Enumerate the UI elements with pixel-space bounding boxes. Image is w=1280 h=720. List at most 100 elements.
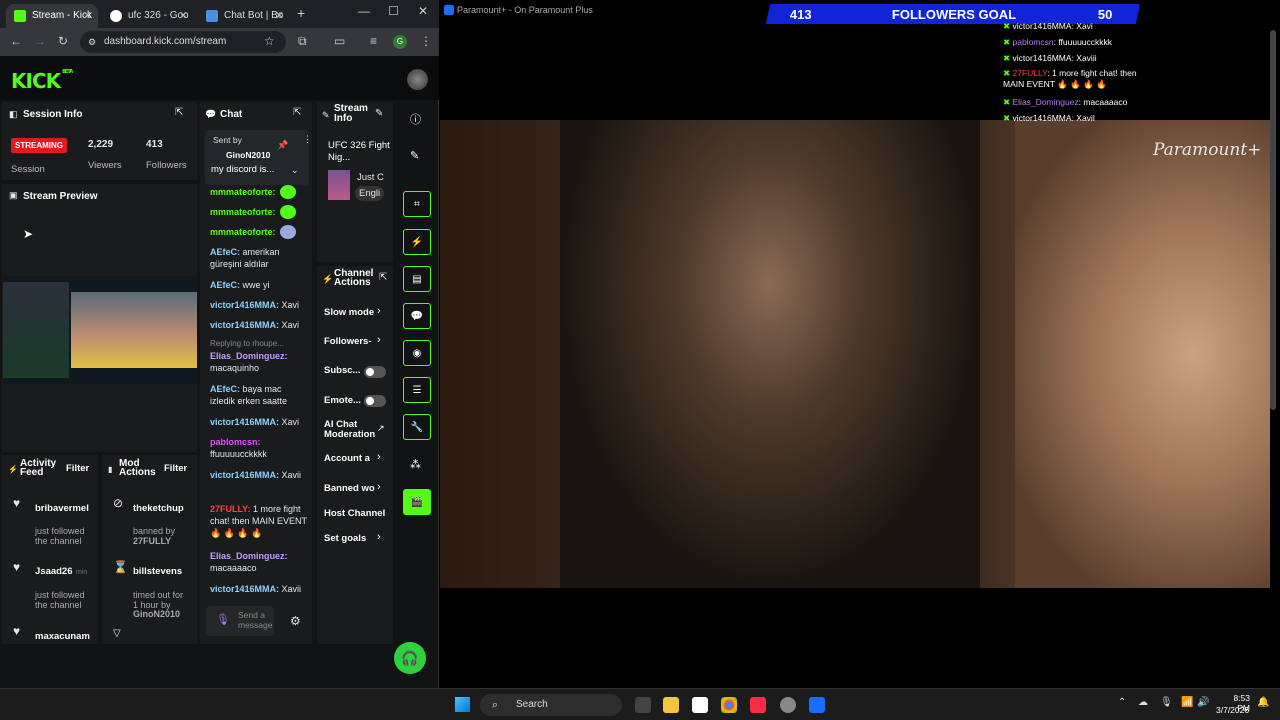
popout-icon[interactable]: ⇱ — [175, 107, 183, 118]
close-tab-icon[interactable]: ✕ — [179, 7, 188, 25]
mod-by[interactable]: GinoN2010 — [133, 609, 180, 619]
music-icon[interactable] — [750, 697, 766, 713]
store-icon[interactable] — [692, 697, 708, 713]
back-icon[interactable]: ← — [10, 34, 22, 48]
edit-pencil-icon[interactable]: ✎ — [375, 108, 383, 119]
extensions-icon[interactable]: ⧉ — [298, 34, 307, 49]
mod-by[interactable]: 27FULLY — [133, 536, 171, 546]
category-thumbnail[interactable] — [328, 170, 350, 200]
notes-icon[interactable]: ▤ — [403, 266, 431, 292]
chevron-down-icon[interactable]: ⌄ — [291, 165, 299, 176]
pencil-icon[interactable]: ✎ — [410, 149, 419, 162]
support-headset-icon[interactable]: 🎧 — [394, 642, 426, 674]
ai-chat-moderation-action[interactable]: AI Chat Moderation — [324, 420, 378, 440]
chat-user[interactable]: AEfeC: — [210, 280, 240, 290]
url-field[interactable]: ⚙ dashboard.kick.com/stream — [80, 31, 286, 53]
subscribers-toggle[interactable] — [364, 366, 386, 378]
tab-stream-kick[interactable]: Stream - Kick ✕ — [6, 4, 98, 28]
chevron-right-icon[interactable]: › — [377, 531, 381, 543]
chat-settings-gear-icon[interactable]: ⚙ — [290, 614, 301, 628]
external-link-icon[interactable]: ↗ — [377, 423, 385, 434]
actions-popout-icon[interactable]: ⇱ — [379, 272, 387, 283]
cast-icon[interactable]: ▭ — [334, 34, 345, 48]
chevron-right-icon[interactable]: › — [377, 451, 381, 463]
emote-toggle[interactable] — [364, 395, 386, 407]
chat-user[interactable]: victor1416MMA: — [210, 470, 279, 480]
mic-tray-icon[interactable]: 🎙 — [1160, 697, 1173, 708]
account-age-action[interactable]: Account a — [324, 453, 370, 464]
taskbar-search[interactable]: ⌕ Search — [480, 694, 622, 716]
chat-user[interactable]: victor1416MMA: — [210, 320, 279, 330]
minimize-icon[interactable]: — — [358, 4, 370, 18]
tab-chat-bot[interactable]: Chat Bot | Bo ✕ — [198, 4, 290, 28]
microphone-icon[interactable]: 🎙 — [216, 613, 230, 626]
forward-icon[interactable]: → — [34, 34, 46, 48]
maximize-icon[interactable]: ☐ — [388, 4, 399, 18]
host-channel-action[interactable]: Host Channel — [324, 508, 385, 519]
chat-user[interactable]: Elias_Dominguez: — [210, 351, 288, 361]
circles-icon[interactable]: ⁂ — [410, 458, 421, 471]
chevron-right-icon[interactable]: › — [377, 305, 381, 317]
video-scrollbar[interactable] — [1270, 30, 1276, 410]
set-goals-action[interactable]: Set goals — [324, 533, 366, 544]
capture-icon[interactable]: ⌗ — [403, 191, 431, 217]
file-explorer-icon[interactable] — [663, 697, 679, 713]
clock-date[interactable]: 3/7/2026 — [1216, 705, 1249, 715]
chrome-icon[interactable] — [721, 697, 737, 713]
chat-user[interactable]: mmmateoforte: — [210, 187, 276, 197]
slow-mode-action[interactable]: Slow mode — [324, 307, 374, 318]
chat-user[interactable]: victor1416MMA: — [210, 584, 279, 594]
new-tab-icon[interactable]: + — [297, 5, 305, 21]
chat-input[interactable]: 🎙 Send a message — [206, 606, 274, 636]
profile-avatar[interactable]: G — [393, 35, 407, 49]
bookmark-star-icon[interactable]: ☆ — [264, 34, 275, 48]
paramount-taskbar-icon[interactable] — [809, 697, 825, 713]
kick-logo[interactable]: KICK BETA — [11, 69, 73, 93]
chat-user[interactable]: mmmateoforte: — [210, 227, 276, 237]
banned-words-action[interactable]: Banned wo — [324, 483, 375, 494]
app-icon[interactable] — [780, 697, 796, 713]
task-view-icon[interactable] — [635, 697, 651, 713]
chevron-right-icon[interactable]: › — [377, 334, 381, 346]
activity-username[interactable]: maxacunam — [35, 631, 90, 642]
notification-icon[interactable]: 🔔 — [1257, 697, 1269, 708]
cloud-icon[interactable]: ☁ — [1138, 697, 1148, 708]
mod-username[interactable]: billstevens — [133, 566, 182, 577]
pin-icon[interactable]: 📌 — [277, 140, 288, 151]
lightning-icon[interactable]: ⚡ — [403, 229, 431, 255]
close-tab-icon[interactable]: ✕ — [275, 7, 284, 25]
reading-list-icon[interactable]: ≡ — [370, 34, 377, 48]
activity-filter-button[interactable]: Filter — [66, 463, 89, 474]
wrench-icon[interactable]: 🔧 — [403, 414, 431, 440]
tray-chevron-icon[interactable]: ⌃ — [1118, 697, 1126, 708]
mod-username[interactable]: theketchup — [133, 503, 184, 514]
reply-indicator[interactable]: Replying to rhoupe... — [210, 338, 308, 350]
clapperboard-icon[interactable]: 🎬 — [403, 489, 431, 515]
activity-username[interactable]: bribavermel — [35, 503, 89, 514]
layout-icon[interactable]: ☰ — [403, 377, 431, 403]
chat-user[interactable]: 27FULLY: — [210, 504, 251, 514]
chat-popout-icon[interactable]: ⇱ — [293, 107, 301, 118]
language-chip[interactable]: Engli — [355, 186, 385, 201]
volume-icon[interactable]: 🔊 — [1197, 697, 1209, 708]
mod-filter-button[interactable]: Filter — [164, 463, 187, 474]
preview-thumbnail[interactable] — [3, 276, 197, 384]
chat-user[interactable]: AEfeC: — [210, 247, 240, 257]
pinned-menu-icon[interactable]: ⋮ — [303, 134, 312, 145]
followers-only-action[interactable]: Followers- — [324, 336, 372, 347]
user-avatar[interactable] — [407, 69, 428, 90]
site-info-icon[interactable]: ⚙ — [88, 31, 96, 53]
windows-start-icon[interactable] — [455, 697, 470, 712]
reload-icon[interactable]: ↻ — [58, 34, 68, 48]
wifi-icon[interactable]: 📶 — [1181, 697, 1193, 708]
chat-bubble-icon[interactable]: 💬 — [403, 303, 431, 329]
menu-kebab-icon[interactable]: ⋮ — [420, 34, 432, 48]
pinned-message[interactable]: Sent by GinoN2010 my discord is... 📌 ⋮ ⌄ — [205, 130, 312, 185]
chat-user[interactable]: victor1416MMA: — [210, 417, 279, 427]
chat-user[interactable]: Elias_Dominguez: — [210, 551, 288, 561]
chat-user[interactable]: mmmateoforte: — [210, 207, 276, 217]
chat-user[interactable]: AEfeC: — [210, 384, 240, 394]
broadcast-icon[interactable]: ◉ — [403, 340, 431, 366]
chat-user[interactable]: victor1416MMA: — [210, 300, 279, 310]
chat-user[interactable]: pablomcsn: — [210, 437, 261, 447]
